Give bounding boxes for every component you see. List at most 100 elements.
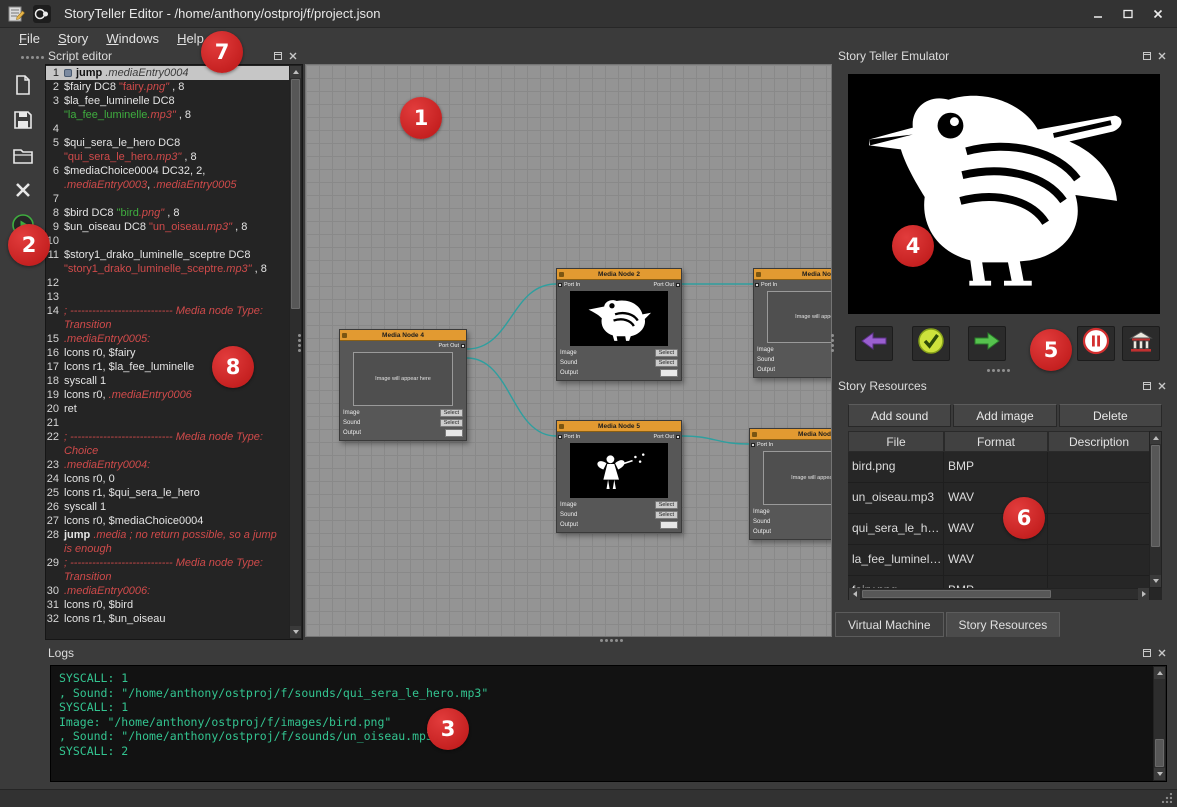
menu-windows[interactable]: Windows	[97, 30, 168, 47]
editor-line[interactable]: 12	[46, 276, 302, 290]
port-square[interactable]	[558, 283, 562, 287]
media-node[interactable]: Media Node 6Port InPort OutImage will ap…	[749, 428, 832, 540]
toolbar-grip[interactable]	[21, 53, 24, 61]
editor-line[interactable]: 5$qui_sera_le_hero DC8 "qui_sera_le_hero…	[46, 136, 302, 164]
column-header-file[interactable]: File	[848, 431, 944, 452]
port-square[interactable]	[755, 283, 759, 287]
close-button[interactable]	[1145, 4, 1171, 24]
port-out[interactable]: Port Out	[654, 434, 680, 440]
media-node[interactable]: Media Node 2Port InPort Out ImageSelectS…	[556, 268, 682, 381]
scrollbar-track[interactable]	[1154, 679, 1165, 768]
editor-line[interactable]: 18syscall 1	[46, 374, 302, 388]
float-panel-icon[interactable]	[1141, 648, 1152, 659]
editor-line[interactable]: 1jump .mediaEntry0004	[46, 66, 302, 80]
editor-line[interactable]: 28jump .media ; no return possible, so a…	[46, 528, 302, 556]
scrollbar-thumb[interactable]	[862, 590, 1051, 598]
emulator-forward-button[interactable]	[968, 326, 1006, 361]
table-row[interactable]: fairy.pngBMP	[848, 576, 1150, 588]
output-spinner[interactable]	[660, 369, 678, 377]
editor-line[interactable]: 13	[46, 290, 302, 304]
port-in[interactable]: Port In	[755, 282, 777, 288]
splitter-handle[interactable]	[298, 334, 301, 337]
media-node[interactable]: Media Node 5Port InPort Out ImageSelectS…	[556, 420, 682, 533]
scrollbar-track[interactable]	[860, 589, 1138, 599]
select-button[interactable]: Select	[440, 419, 463, 427]
close-panel-icon[interactable]	[287, 51, 298, 62]
port-square[interactable]	[751, 443, 755, 447]
editor-line[interactable]: 23.mediaEntry0004:	[46, 458, 302, 472]
delete-button[interactable]: Delete	[1059, 404, 1162, 427]
port-out[interactable]: Port Out	[439, 343, 465, 349]
emulator-home-button[interactable]	[1122, 326, 1160, 361]
editor-line[interactable]: 15.mediaEntry0005:	[46, 332, 302, 346]
node-header[interactable]: Media Node 5	[557, 421, 681, 432]
add-image-button[interactable]: Add image	[953, 404, 1056, 427]
column-header-description[interactable]: Description	[1048, 431, 1150, 452]
emulator-back-button[interactable]	[855, 326, 893, 361]
node-header[interactable]: Media Node 4	[340, 330, 466, 341]
panel-resize-handle[interactable]	[987, 369, 990, 372]
float-panel-icon[interactable]	[1141, 51, 1152, 62]
maximize-button[interactable]	[1115, 4, 1141, 24]
scroll-left-icon[interactable]	[849, 588, 860, 600]
table-row[interactable]: la_fee_luminelle.mp3WAV	[848, 545, 1150, 576]
port-out[interactable]: Port Out	[654, 282, 680, 288]
editor-line[interactable]: 9$un_oiseau DC8 "un_oiseau.mp3" , 8	[46, 220, 302, 234]
column-header-format[interactable]: Format	[944, 431, 1048, 452]
scroll-right-icon[interactable]	[1138, 588, 1149, 600]
editor-line[interactable]: 11$story1_drako_luminelle_sceptre DC8 "s…	[46, 248, 302, 276]
logs-output[interactable]: SYSCALL: 1, Sound: "/home/anthony/ostpro…	[50, 665, 1167, 782]
editor-line[interactable]: 17lcons r1, $la_fee_luminelle	[46, 360, 302, 374]
editor-line[interactable]: 10	[46, 234, 302, 248]
port-square[interactable]	[558, 435, 562, 439]
editor-line[interactable]: 21	[46, 416, 302, 430]
tab-story-resources[interactable]: Story Resources	[946, 612, 1061, 637]
editor-line[interactable]: 32lcons r1, $un_oiseau	[46, 612, 302, 626]
editor-line[interactable]: 3$la_fee_luminelle DC8 "la_fee_luminelle…	[46, 94, 302, 122]
scroll-up-icon[interactable]	[290, 66, 301, 78]
save-button[interactable]	[8, 107, 38, 133]
editor-line[interactable]: 27lcons r0, $mediaChoice0004	[46, 514, 302, 528]
media-node[interactable]: Media Node 3Port InPort OutImage will ap…	[753, 268, 832, 378]
float-panel-icon[interactable]	[272, 51, 283, 62]
tab-virtual-machine[interactable]: Virtual Machine	[835, 612, 944, 637]
port-square[interactable]	[676, 435, 680, 439]
close-panel-icon[interactable]	[1156, 648, 1167, 659]
port-in[interactable]: Port In	[558, 434, 580, 440]
open-project-button[interactable]	[8, 142, 38, 168]
editor-line[interactable]: 20ret	[46, 402, 302, 416]
editor-line[interactable]: 7	[46, 192, 302, 206]
editor-line[interactable]: 30.mediaEntry0006:	[46, 584, 302, 598]
table-row[interactable]: bird.pngBMP	[848, 452, 1150, 483]
scrollbar-track[interactable]	[1150, 444, 1161, 575]
float-panel-icon[interactable]	[1141, 381, 1152, 392]
close-panel-icon[interactable]	[1156, 51, 1167, 62]
editor-line[interactable]: 22; ---------------------------- Media n…	[46, 430, 302, 458]
scrollbar-track[interactable]	[290, 78, 301, 626]
editor-line[interactable]: 25lcons r1, $qui_sera_le_hero	[46, 486, 302, 500]
emulator-pause-button[interactable]	[1077, 326, 1115, 361]
node-header[interactable]: Media Node 2	[557, 269, 681, 280]
table-horizontal-scrollbar[interactable]	[848, 588, 1150, 600]
editor-line[interactable]: 4	[46, 122, 302, 136]
editor-line[interactable]: 29; ---------------------------- Media n…	[46, 556, 302, 584]
editor-line[interactable]: 19lcons r0, .mediaEntry0006	[46, 388, 302, 402]
editor-line[interactable]: 16lcons r0, $fairy	[46, 346, 302, 360]
close-panel-icon[interactable]	[1156, 381, 1167, 392]
editor-line[interactable]: 31lcons r0, $bird	[46, 598, 302, 612]
select-button[interactable]: Select	[655, 511, 678, 519]
node-header[interactable]: Media Node 6	[750, 429, 832, 440]
scroll-up-icon[interactable]	[1154, 667, 1165, 679]
menu-story[interactable]: Story	[49, 30, 97, 47]
splitter-handle[interactable]	[831, 334, 834, 337]
editor-line[interactable]: 6$mediaChoice0004 DC32, 2, .mediaEntry00…	[46, 164, 302, 192]
add-sound-button[interactable]: Add sound	[848, 404, 951, 427]
port-square[interactable]	[676, 283, 680, 287]
new-script-button[interactable]	[8, 72, 38, 98]
editor-line[interactable]: 26syscall 1	[46, 500, 302, 514]
port-square[interactable]	[461, 344, 465, 348]
scroll-down-icon[interactable]	[290, 626, 301, 638]
media-node[interactable]: Media Node 4Port OutImage will appear he…	[339, 329, 467, 441]
editor-line[interactable]: 2$fairy DC8 "fairy.png" , 8	[46, 80, 302, 94]
editor-line[interactable]: 24lcons r0, 0	[46, 472, 302, 486]
